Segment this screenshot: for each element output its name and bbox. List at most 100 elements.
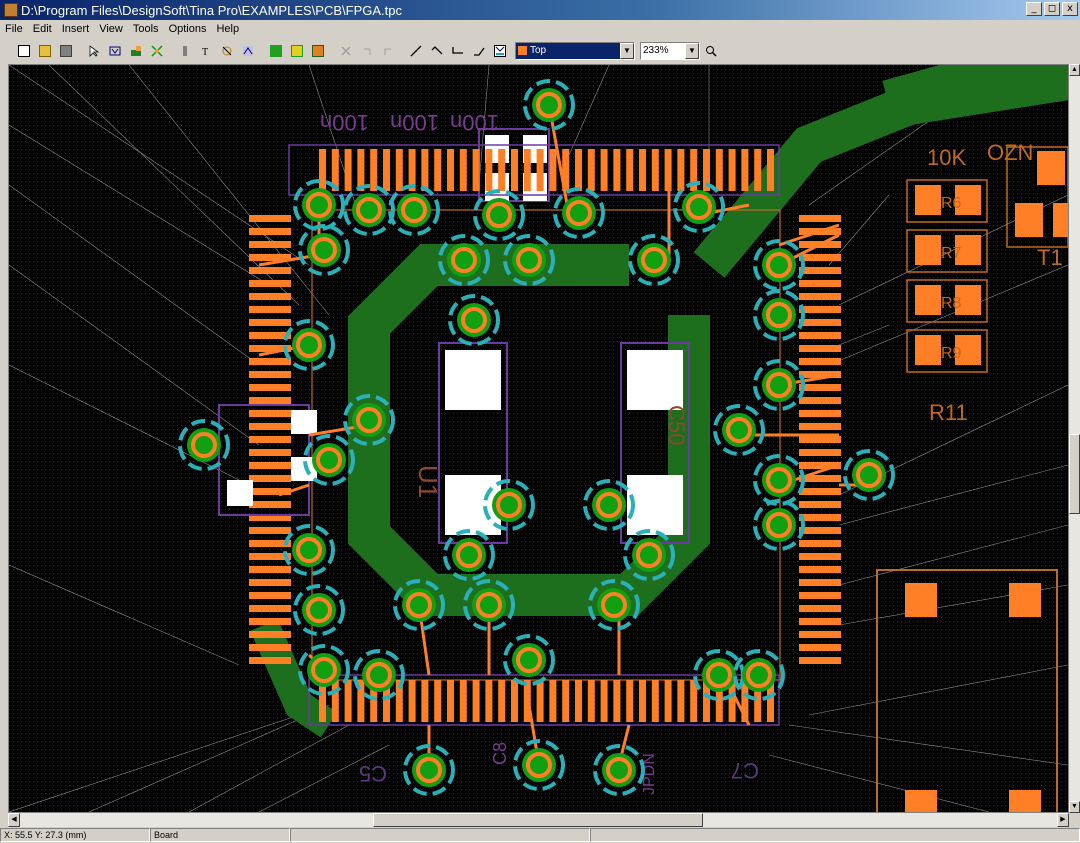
auto-track-icon [494, 44, 506, 57]
pad-right [799, 410, 841, 417]
pcb-canvas[interactable]: U1 C50 R11 10K OZN T1 C5 C7 100n 100n 10… [8, 64, 1069, 813]
undo-icon [364, 48, 371, 55]
via-hole [523, 654, 535, 666]
undo-button[interactable] [357, 41, 377, 61]
layer-green-button[interactable] [266, 41, 286, 61]
horizontal-scrollbar[interactable]: ◀ ▶ [8, 813, 1069, 827]
pin-select-button[interactable] [105, 41, 125, 61]
vertical-scroll-thumb[interactable] [1069, 434, 1080, 514]
pad-bottom [651, 680, 659, 722]
auto-track-button[interactable] [490, 41, 510, 61]
scroll-down-icon[interactable]: ▼ [1069, 801, 1080, 813]
menu-file[interactable]: File [0, 23, 28, 35]
pad-bottom [485, 680, 493, 722]
tina-app-icon[interactable] [4, 3, 18, 17]
dimension-button[interactable] [217, 41, 237, 61]
pad-top [626, 149, 634, 191]
via-hole [533, 759, 545, 771]
minimize-button[interactable]: _ [1026, 2, 1042, 16]
layer-dropdown-arrow-icon[interactable]: ▼ [620, 42, 634, 59]
status-panel-4 [590, 828, 1080, 842]
pad-top [485, 149, 493, 191]
net-icon [151, 44, 163, 57]
pad-right [799, 436, 841, 443]
track-45-button[interactable] [427, 41, 447, 61]
net-button[interactable] [147, 41, 167, 61]
dimension-icon [222, 46, 232, 55]
label-r11: R11 [929, 400, 968, 425]
via-hole [753, 669, 765, 681]
track-straight-button[interactable] [406, 41, 426, 61]
label-ozn: OZN [987, 140, 1033, 165]
track-90-button[interactable] [448, 41, 468, 61]
delete-button[interactable] [336, 41, 356, 61]
menu-insert[interactable]: Insert [57, 23, 95, 35]
track-diagonal-button[interactable] [469, 41, 489, 61]
delete-icon [341, 45, 351, 56]
via-hole [773, 259, 785, 271]
pad-right [799, 592, 841, 599]
via-hole [313, 199, 325, 211]
menu-view[interactable]: View [94, 23, 128, 35]
pad-top [395, 149, 403, 191]
pad-bottom [408, 680, 416, 722]
pad-right [799, 579, 841, 586]
horizontal-scroll-thumb[interactable] [373, 813, 703, 827]
menu-options[interactable]: Options [164, 23, 212, 35]
pad-left [249, 319, 291, 326]
track-45-icon [431, 45, 443, 54]
pad-bottom [447, 680, 454, 722]
scroll-left-icon[interactable]: ◀ [8, 813, 20, 827]
pad-left [249, 475, 291, 482]
via-hole [773, 474, 785, 486]
pad-top [741, 149, 749, 191]
autoroute-button[interactable] [238, 41, 258, 61]
title-bar[interactable]: D:\Program Files\DesignSoft\Tina Pro\EXA… [0, 0, 1080, 20]
pad-left [249, 449, 291, 456]
scroll-up-icon[interactable]: ▲ [1069, 64, 1080, 76]
pad-top [664, 149, 672, 191]
pad-bottom [639, 680, 646, 722]
label-100n-b: 100n [390, 110, 439, 135]
status-mode: Board [150, 828, 290, 842]
track-straight-icon [410, 45, 422, 56]
close-button[interactable]: x [1062, 2, 1078, 16]
text-tool-button[interactable]: T [196, 41, 216, 61]
pad-right [799, 566, 841, 573]
pad-bottom [434, 680, 442, 722]
via-hole [773, 379, 785, 391]
layer-select[interactable]: Top ▼ [515, 41, 635, 60]
place-part-button[interactable] [126, 41, 146, 61]
via-hole [463, 549, 475, 561]
label-100n-a: 100n [320, 110, 369, 135]
open-button[interactable] [35, 41, 55, 61]
menu-help[interactable]: Help [211, 23, 244, 35]
pad-right [799, 293, 841, 300]
layer-orange-button[interactable] [308, 41, 328, 61]
zoom-button[interactable] [701, 41, 721, 61]
pad-left [249, 644, 291, 651]
via-hole [323, 454, 335, 466]
pad-top [613, 149, 621, 191]
pad-right [799, 527, 841, 534]
pad-top [549, 149, 557, 191]
vertical-scrollbar[interactable]: ▲ ▼ [1069, 64, 1080, 813]
layer-yellow-button[interactable] [287, 41, 307, 61]
pcb-board-view[interactable]: U1 C50 R11 10K OZN T1 C5 C7 100n 100n 10… [9, 65, 1068, 812]
zoom-dropdown-arrow-icon[interactable]: ▼ [685, 42, 699, 59]
select-button[interactable] [84, 41, 104, 61]
new-file-button[interactable] [14, 41, 34, 61]
redo-button[interactable] [378, 41, 398, 61]
pad-top [447, 149, 454, 191]
scroll-right-icon[interactable]: ▶ [1057, 813, 1069, 827]
line-tool-button[interactable] [175, 41, 195, 61]
pad-right [799, 280, 841, 287]
via-hole [693, 201, 705, 213]
restore-button[interactable]: ◻ [1044, 2, 1060, 16]
zoom-select[interactable]: 233% ▼ [640, 41, 700, 60]
label-c8: C8 [490, 742, 510, 765]
menu-edit[interactable]: Edit [28, 23, 57, 35]
save-button[interactable] [56, 41, 76, 61]
menu-tools[interactable]: Tools [128, 23, 164, 35]
pad-right [799, 254, 841, 261]
